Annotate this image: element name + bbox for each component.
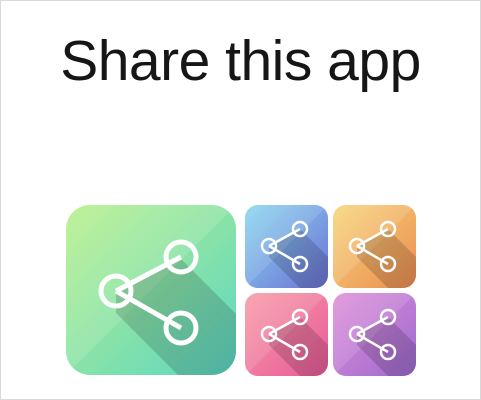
- share-icon-pink[interactable]: [245, 293, 328, 376]
- share-icon-green[interactable]: [66, 205, 236, 375]
- share-icon-blue[interactable]: [245, 205, 328, 288]
- page-title: Share this app: [60, 29, 421, 93]
- share-icon-orange[interactable]: [333, 205, 416, 288]
- share-icon-purple[interactable]: [333, 293, 416, 376]
